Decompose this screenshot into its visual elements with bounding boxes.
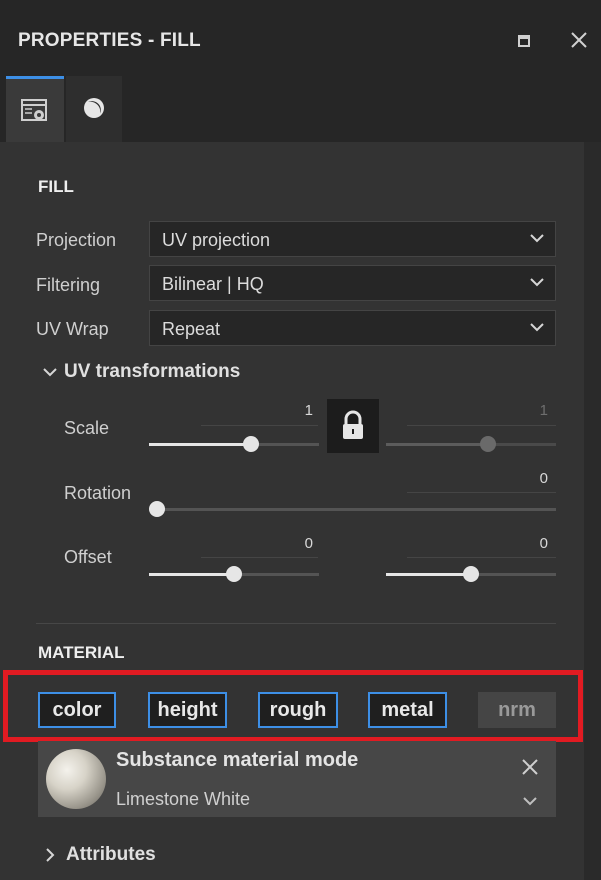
filtering-label: Filtering [36,275,101,295]
channel-color-button[interactable]: color [38,692,116,728]
restore-icon[interactable] [513,28,537,52]
scale-u-fill [149,443,251,446]
scale-v-fill [386,443,488,446]
lock-icon [343,410,363,439]
filtering-select[interactable]: Bilinear | HQ [149,265,556,301]
scale-lock-button[interactable] [327,399,379,453]
tab-material[interactable] [66,76,122,142]
uv-wrap-label: UV Wrap [36,319,109,339]
tab-layer-properties[interactable] [6,76,64,142]
filtering-value: Bilinear | HQ [162,274,264,294]
chevron-down-icon [530,278,544,287]
chevron-down-icon [530,234,544,243]
scale-u-value[interactable]: 1 [273,402,313,419]
scale-v-value[interactable]: 1 [508,402,548,419]
scale-label: Scale [64,418,110,438]
attributes-title: Attributes [66,844,156,865]
channel-nrm-button[interactable]: nrm [478,692,556,728]
rotation-slider[interactable] [149,508,556,511]
rotation-label: Rotation [64,483,132,503]
offset-v-value[interactable]: 0 [508,535,548,552]
chevron-down-icon[interactable] [522,793,538,809]
material-mode-card[interactable]: Substance material mode Limestone White [38,741,556,817]
scrollbar[interactable] [584,142,601,880]
material-channels-highlight: color height rough metal nrm [3,670,583,742]
scale-u-thumb[interactable] [243,436,259,452]
projection-value: UV projection [162,230,271,250]
offset-u-value[interactable]: 0 [273,535,313,552]
offset-u-fill [149,573,234,576]
section-divider [36,623,556,624]
offset-label: Offset [64,547,112,567]
panel-title: PROPERTIES - FILL [18,30,201,51]
channel-rough-button[interactable]: rough [258,692,338,728]
material-sphere-icon [84,98,104,118]
uv-wrap-select[interactable]: Repeat [149,310,556,346]
offset-v-fill [386,573,471,576]
close-icon[interactable] [567,28,591,52]
offset-v-thumb[interactable] [463,566,479,582]
chevron-right-icon [46,848,55,862]
material-name[interactable]: Limestone White [116,789,250,810]
offset-v-value-field [407,557,556,558]
rotation-value-field [407,492,556,493]
material-mode-title: Substance material mode [116,749,359,771]
attributes-toggle[interactable]: Attributes [42,844,156,866]
scale-v-thumb[interactable] [480,436,496,452]
chevron-down-icon [530,323,544,332]
scale-u-value-field [201,425,318,426]
rotation-thumb[interactable] [149,501,165,517]
properties-fill-panel: PROPERTIES - FILL FILL Projection UV pro… [0,0,601,880]
offset-u-value-field [201,557,318,558]
settings-panel-icon [21,99,47,121]
uv-wrap-value: Repeat [162,319,221,339]
material-section-title: MATERIAL [38,643,125,662]
fill-section-title: FILL [38,177,74,196]
projection-label: Projection [36,230,117,250]
chevron-down-icon [43,368,57,377]
channel-metal-button[interactable]: metal [368,692,447,728]
offset-u-thumb[interactable] [226,566,242,582]
tab-bar [0,70,601,142]
rotation-value[interactable]: 0 [508,470,548,487]
uv-transformations-title: UV transformations [64,361,241,382]
channel-height-button[interactable]: height [148,692,227,728]
remove-material-icon[interactable] [520,755,540,781]
uv-transformations-toggle[interactable]: UV transformations [42,361,240,383]
scale-v-value-field [407,425,556,426]
projection-select[interactable]: UV projection [149,221,556,257]
material-preview-sphere [46,749,106,809]
